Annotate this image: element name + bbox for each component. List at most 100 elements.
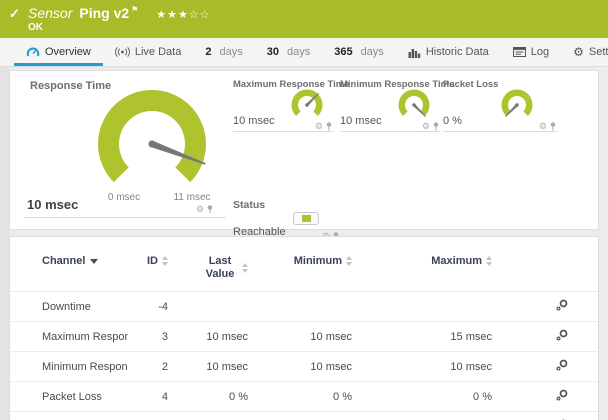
channel-maximum: 11 msec — [352, 411, 492, 420]
tab-historic-data[interactable]: Historic Data — [396, 38, 501, 66]
channel-last-value: 0 % — [168, 381, 248, 412]
channel-maximum — [352, 291, 492, 322]
gauge-scale-min: 0 msec — [107, 192, 141, 203]
packet-loss-gauge — [501, 89, 533, 118]
col-header-last-value[interactable]: Last Value — [168, 241, 248, 292]
tab-log-label: Log — [530, 46, 550, 58]
min-response-time-gauge — [398, 89, 430, 118]
col-header-edit — [492, 241, 598, 292]
channel-settings-icon[interactable]: ⚙ — [422, 122, 430, 131]
table-row: Response Time 0 10 msec 10 msec 11 msec — [10, 411, 598, 420]
sort-icon — [162, 256, 168, 267]
page-gutter — [0, 38, 9, 420]
pin-icon[interactable] — [207, 205, 213, 214]
tab-2-days[interactable]: 2 days — [193, 38, 254, 66]
priority-stars[interactable]: ★★★☆☆ — [156, 9, 210, 21]
sensor-title: Ping v2 — [79, 5, 130, 21]
channel-settings-icon[interactable]: ⚙ — [315, 122, 323, 131]
channel-name[interactable]: Packet Loss — [10, 381, 128, 412]
channel-name[interactable]: Maximum Response Ti... — [10, 321, 128, 352]
col-header-minimum[interactable]: Minimum — [248, 241, 352, 292]
channel-minimum: 10 msec — [248, 321, 352, 352]
packet-loss-value: 0 % — [443, 115, 462, 127]
max-response-time-card: Maximum Response Time 10 msec ⚙ — [233, 79, 350, 133]
card-divider — [24, 217, 226, 218]
status-indicator — [293, 212, 319, 225]
edit-channel-icon[interactable] — [556, 359, 568, 374]
card-actions: ⚙ — [315, 122, 332, 131]
response-time-gauge — [98, 89, 207, 183]
edit-channel-icon[interactable] — [556, 329, 568, 344]
tab-2-days-number: 2 — [205, 46, 212, 58]
channel-maximum: 0 % — [352, 381, 492, 412]
channel-table-panel: Channel ID Last Value Minimum Maximum Do… — [9, 236, 599, 420]
edit-channel-icon[interactable] — [556, 389, 568, 404]
pin-icon[interactable] — [326, 122, 332, 131]
edit-channel-icon[interactable] — [556, 299, 568, 314]
channel-settings-icon[interactable]: ⚙ — [196, 205, 204, 214]
response-time-value: 10 msec — [27, 197, 79, 212]
sort-icon — [346, 256, 352, 267]
tab-30-days-unit: days — [286, 46, 311, 58]
col-header-maximum-label: Maximum — [431, 255, 482, 267]
pin-icon[interactable] — [550, 122, 556, 131]
tab-365-days[interactable]: 365 days — [322, 38, 396, 66]
tab-log[interactable]: Log — [501, 38, 561, 66]
channel-minimum: 10 msec — [248, 351, 352, 382]
channel-edit-cell — [492, 351, 598, 382]
channel-last-value: 10 msec — [168, 321, 248, 352]
channel-name[interactable]: Response Time — [10, 411, 128, 420]
stars-filled[interactable]: ★★★ — [156, 9, 189, 21]
col-header-channel[interactable]: Channel — [10, 241, 128, 292]
log-icon — [512, 47, 526, 57]
gauge-icon — [26, 47, 40, 57]
tab-2-days-unit: days — [219, 46, 243, 58]
priority-flag-icon[interactable]: ⚑ — [131, 5, 138, 14]
col-header-last-value-label: Last Value — [205, 255, 235, 280]
stars-empty[interactable]: ☆☆ — [189, 9, 211, 21]
channel-table: Channel ID Last Value Minimum Maximum Do… — [10, 241, 598, 420]
channel-name[interactable]: Minimum Response Time — [10, 351, 128, 382]
channel-last-value: 10 msec — [168, 411, 248, 420]
col-header-maximum[interactable]: Maximum — [352, 241, 492, 292]
sensor-type-label: Sensor — [28, 5, 73, 21]
channel-last-value: 10 msec — [168, 351, 248, 382]
status-badge: OK — [28, 22, 43, 33]
bar-chart-icon — [408, 48, 421, 58]
pin-icon[interactable] — [433, 122, 439, 131]
min-response-time-value: 10 msec — [340, 115, 382, 127]
sensor-title-line: Sensor Ping v2 ⚑ ★★★☆☆ — [28, 5, 211, 21]
table-row: Downtime -4 — [10, 291, 598, 322]
tab-365-days-unit: days — [360, 46, 384, 58]
sensor-page: ✓ Sensor Ping v2 ⚑ ★★★☆☆ OK Overview Live … — [0, 0, 608, 420]
min-response-time-card: Minimum Response Time 10 msec ⚙ — [340, 79, 454, 133]
max-response-time-value: 10 msec — [233, 115, 275, 127]
tab-live-data-label: Live Data — [134, 46, 182, 58]
max-response-time-gauge — [291, 89, 323, 116]
channel-name[interactable]: Downtime — [10, 291, 128, 322]
channel-id: 3 — [128, 321, 168, 352]
sort-icon — [242, 263, 248, 273]
packet-loss-card: Packet Loss 0 % ⚙ — [443, 79, 557, 133]
tab-30-days[interactable]: 30 days — [255, 38, 323, 66]
card-actions: ⚙ — [422, 122, 439, 131]
channel-maximum: 15 msec — [352, 321, 492, 352]
status-check-icon: ✓ — [9, 6, 20, 21]
col-header-minimum-label: Minimum — [293, 255, 342, 267]
live-signal-icon — [114, 47, 130, 57]
tab-live-data[interactable]: Live Data — [103, 38, 193, 66]
channel-settings-icon[interactable]: ⚙ — [539, 122, 547, 131]
tab-365-days-number: 365 — [334, 46, 353, 58]
tab-settings[interactable]: ⚙ Settings — [561, 38, 608, 66]
card-divider — [340, 131, 440, 132]
card-divider — [233, 131, 333, 132]
tab-settings-label: Settings — [588, 46, 608, 58]
tab-bar: Overview Live Data 2 days 30 days 365 da… — [0, 38, 608, 67]
card-actions: ⚙ — [539, 122, 556, 131]
col-header-id[interactable]: ID — [128, 241, 168, 292]
tab-30-days-number: 30 — [266, 46, 279, 58]
channel-id: 2 — [128, 351, 168, 382]
channel-edit-cell — [492, 381, 598, 412]
tab-overview[interactable]: Overview — [14, 38, 103, 66]
gauge-scale-max: 11 msec — [173, 192, 211, 203]
